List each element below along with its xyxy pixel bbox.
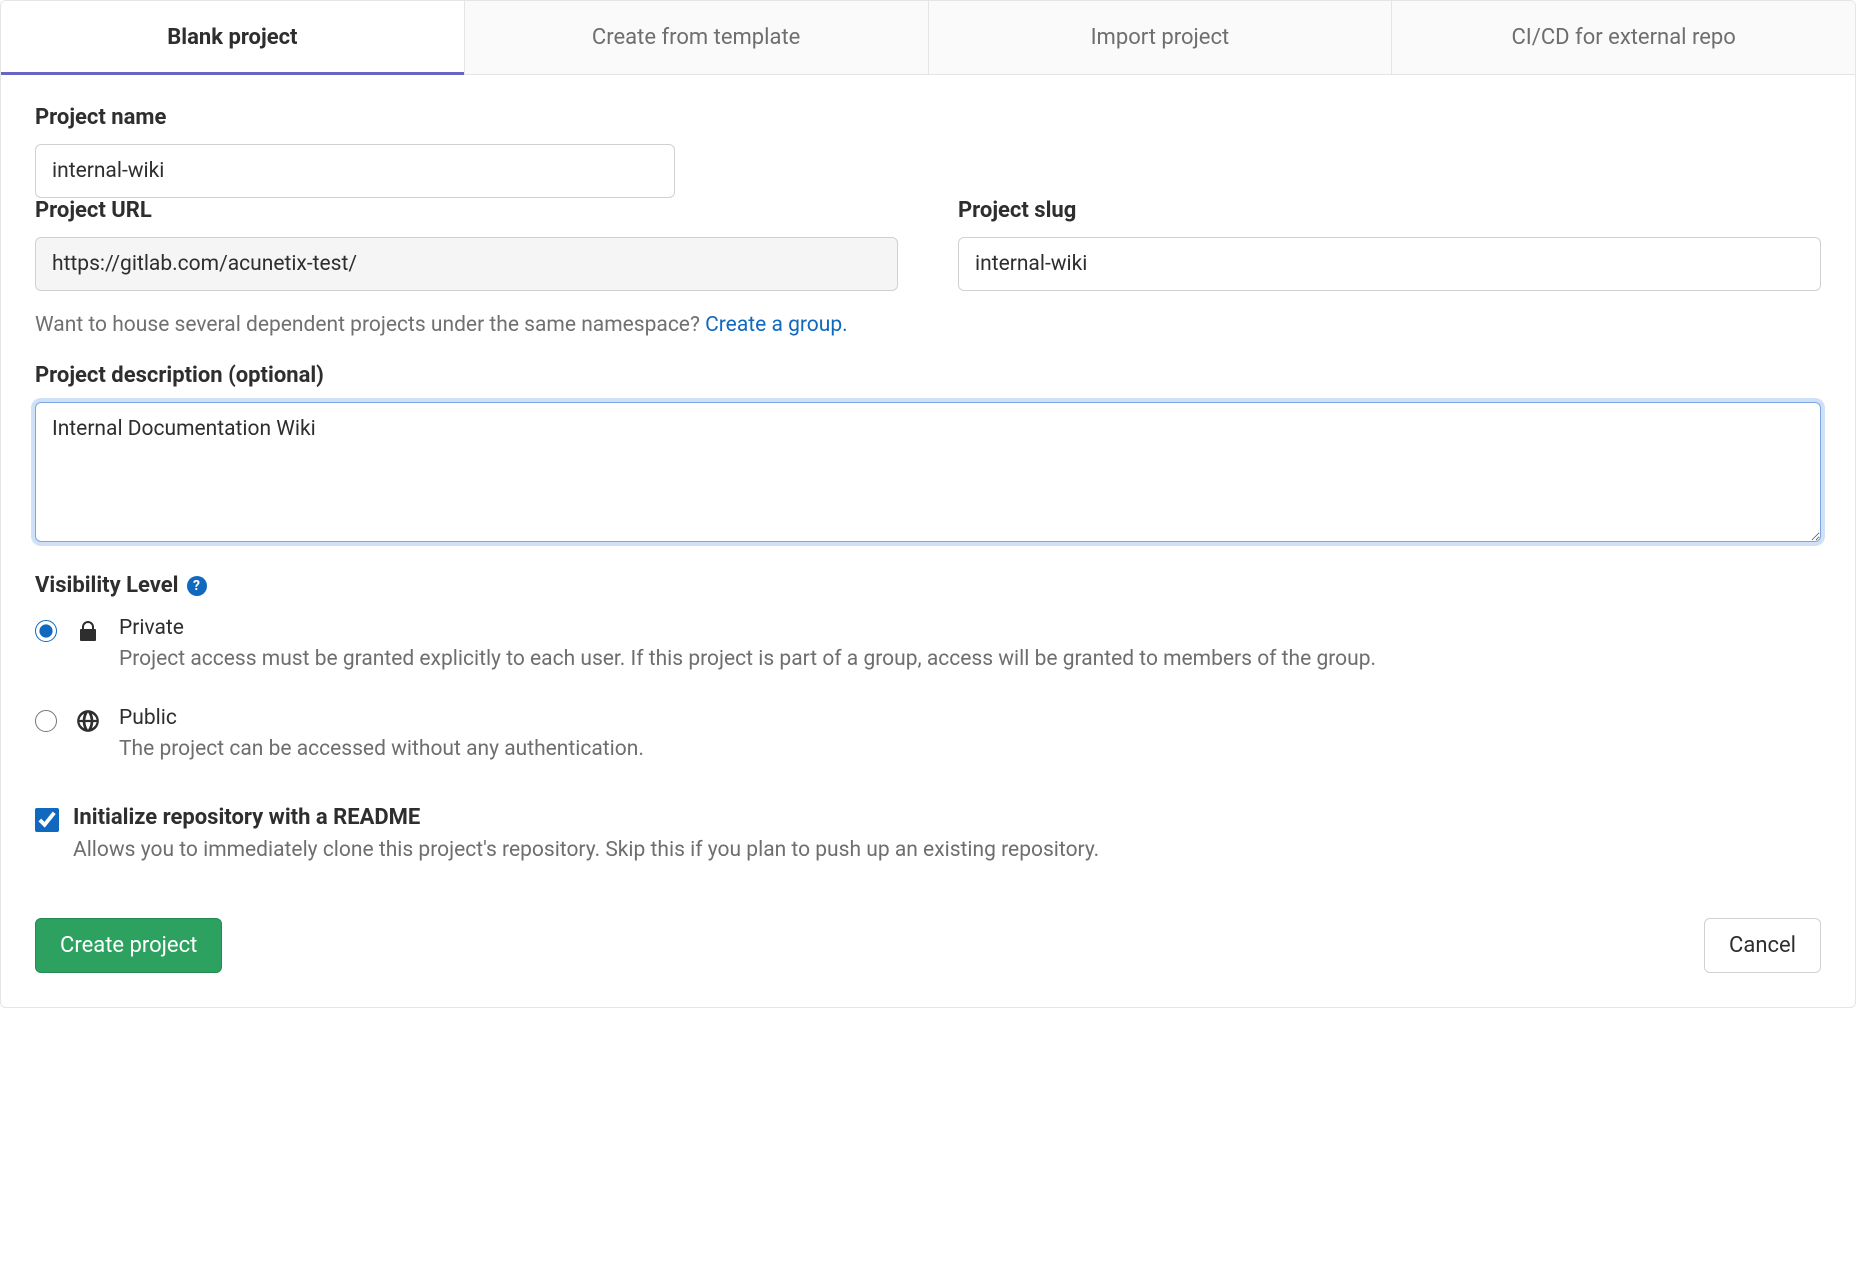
visibility-option-public[interactable]: Public The project can be accessed witho… (35, 706, 1821, 764)
initialize-readme-content: Initialize repository with a README Allo… (73, 805, 1821, 862)
visibility-private-desc: Project access must be granted explicitl… (119, 644, 1821, 674)
initialize-readme-option[interactable]: Initialize repository with a README Allo… (35, 805, 1821, 862)
project-description-label: Project description (optional) (35, 363, 1821, 388)
namespace-hint: Want to house several dependent projects… (35, 313, 1821, 337)
help-icon[interactable]: ? (187, 576, 207, 596)
visibility-radio-public[interactable] (35, 710, 57, 732)
form-body: Project name Project URL Project slug Wa… (1, 75, 1855, 1007)
visibility-level-label: Visibility Level ? (35, 573, 1821, 598)
visibility-option-private[interactable]: Private Project access must be granted e… (35, 616, 1821, 674)
visibility-public-title: Public (119, 706, 1821, 730)
project-slug-label: Project slug (958, 198, 1821, 223)
tab-import-project[interactable]: Import project (929, 1, 1393, 74)
visibility-public-desc: The project can be accessed without any … (119, 734, 1821, 764)
initialize-readme-checkbox[interactable] (35, 808, 59, 832)
create-group-link[interactable]: Create a group. (705, 313, 848, 337)
tab-cicd-external-repo[interactable]: CI/CD for external repo (1392, 1, 1855, 74)
visibility-level-text: Visibility Level (35, 573, 179, 598)
visibility-private-title: Private (119, 616, 1821, 640)
new-project-panel: Blank project Create from template Impor… (0, 0, 1856, 1008)
project-slug-input[interactable] (958, 237, 1821, 291)
globe-icon (75, 708, 101, 734)
visibility-public-content: Public The project can be accessed witho… (119, 706, 1821, 764)
visibility-private-content: Private Project access must be granted e… (119, 616, 1821, 674)
lock-icon (75, 618, 101, 644)
tab-create-from-template[interactable]: Create from template (465, 1, 929, 74)
project-name-label: Project name (35, 105, 1821, 130)
initialize-readme-desc: Allows you to immediately clone this pro… (73, 838, 1821, 862)
visibility-radio-private[interactable] (35, 620, 57, 642)
tab-blank-project[interactable]: Blank project (1, 1, 465, 74)
create-project-button[interactable]: Create project (35, 918, 222, 973)
visibility-radio-group: Private Project access must be granted e… (35, 616, 1821, 765)
tabs: Blank project Create from template Impor… (1, 1, 1855, 75)
project-url-label: Project URL (35, 198, 898, 223)
initialize-readme-title: Initialize repository with a README (73, 805, 1821, 830)
namespace-hint-text: Want to house several dependent projects… (35, 313, 705, 337)
project-name-input[interactable] (35, 144, 675, 198)
form-actions: Create project Cancel (35, 918, 1821, 973)
project-url-input[interactable] (35, 237, 898, 291)
project-description-textarea[interactable] (35, 402, 1821, 542)
cancel-button[interactable]: Cancel (1704, 918, 1821, 973)
